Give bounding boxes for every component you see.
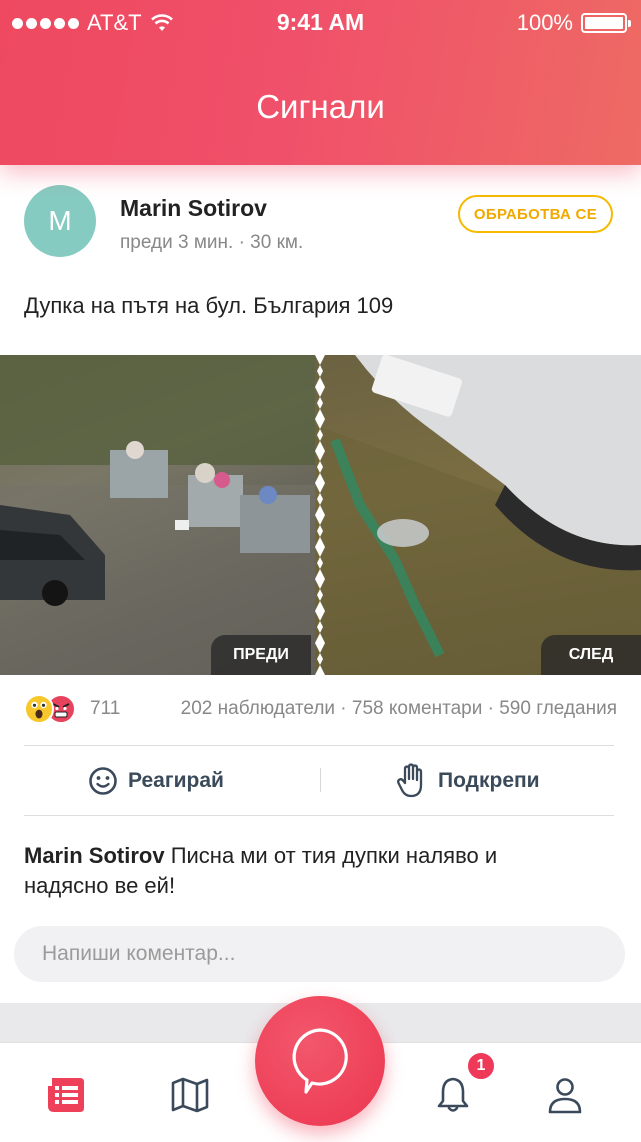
status-badge: ОБРАБОТВА СЕ <box>457 195 613 233</box>
photo-after-label: СЛЕД <box>541 635 641 675</box>
nav-map[interactable] <box>168 1073 212 1117</box>
post-distance: 30 км. <box>250 232 304 253</box>
photo-after-scene <box>315 355 641 675</box>
action-separator <box>320 768 321 792</box>
photo-before-label: ПРЕДИ <box>211 635 311 675</box>
battery-status: 100% <box>516 10 631 36</box>
before-after-photos[interactable]: ПРЕДИ СЛЕД <box>0 355 641 675</box>
post-meta: преди 3 мин. · 30 км. <box>120 232 303 254</box>
profile-icon <box>548 1078 582 1114</box>
nav-notifications[interactable] <box>431 1073 475 1117</box>
divider <box>24 745 614 746</box>
nav-feed[interactable] <box>44 1073 88 1117</box>
react-label: Реагирай <box>128 769 224 792</box>
new-signal-button[interactable] <box>255 996 385 1126</box>
reaction-count: 711 <box>90 698 121 719</box>
battery-percent: 100% <box>516 10 573 35</box>
raised-hand-icon <box>397 763 423 798</box>
reactions-summary[interactable] <box>24 693 80 725</box>
avatar[interactable]: M <box>24 185 96 257</box>
photo-before[interactable] <box>0 355 330 675</box>
app-header: AT&T 9:41 AM 100% Сигнали <box>0 0 641 165</box>
support-button[interactable]: Подкрепи <box>396 761 540 801</box>
photo-before-scene <box>0 355 330 675</box>
speech-bubble-icon <box>292 1028 348 1094</box>
react-button[interactable]: Реагирай <box>88 761 224 801</box>
wow-emoji-icon <box>24 694 54 724</box>
battery-fill <box>585 17 623 29</box>
latest-comment: Marin Sotirov Писна ми от тия дупки наля… <box>24 841 584 901</box>
bell-icon <box>437 1077 469 1112</box>
page-title: Сигнали <box>256 88 385 125</box>
post-counts[interactable]: 202 наблюдатели · 758 коментари · 590 гл… <box>181 698 617 720</box>
photo-after[interactable] <box>315 355 641 675</box>
comment-author[interactable]: Marin Sotirov <box>24 843 165 868</box>
map-icon <box>171 1077 209 1113</box>
divider <box>24 815 614 816</box>
signal-card: M Marin Sotirov преди 3 мин. · 30 км. ОБ… <box>0 165 641 1003</box>
post-text: Дупка на пътя на бул. България 109 <box>24 293 394 318</box>
notification-badge: 1 <box>465 1050 497 1082</box>
post-time: преди 3 мин. <box>120 232 234 253</box>
nav-profile[interactable] <box>543 1073 587 1117</box>
status-bar: AT&T 9:41 AM 100% <box>0 0 641 44</box>
meta-separator: · <box>238 232 251 253</box>
feed-icon <box>48 1078 84 1112</box>
battery-icon <box>581 13 631 33</box>
author-name[interactable]: Marin Sotirov <box>120 195 267 222</box>
post-stats: 711 202 наблюдатели · 758 коментари · 59… <box>24 693 617 725</box>
smiley-icon <box>89 767 117 795</box>
comment-input[interactable] <box>14 926 625 982</box>
support-label: Подкрепи <box>438 769 540 792</box>
photo-divider <box>315 355 325 675</box>
